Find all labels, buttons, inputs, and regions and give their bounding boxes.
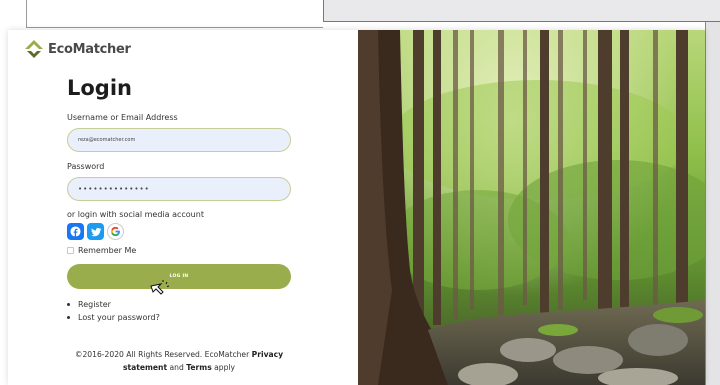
copyright-text: ©2016-2020 All Rights Reserved. EcoMatch…	[74, 350, 250, 359]
username-input[interactable]	[67, 128, 291, 152]
background-window-bar	[323, 0, 720, 22]
footer-apply: apply	[214, 363, 236, 372]
forest-hero-image	[358, 30, 705, 385]
facebook-login-button[interactable]	[67, 223, 84, 240]
background-window-edge	[26, 0, 323, 28]
ecomatcher-logo-icon	[25, 40, 43, 58]
facebook-icon	[70, 226, 81, 237]
login-card: EcoMatcher Login Username or Email Addre…	[8, 30, 705, 385]
forest-illustration	[358, 30, 705, 385]
password-input[interactable]	[67, 177, 291, 201]
footer-copyright: ©2016-2020 All Rights Reserved. EcoMatch…	[68, 348, 290, 374]
remember-me[interactable]: Remember Me	[67, 246, 136, 255]
remember-me-label: Remember Me	[78, 246, 137, 255]
social-login-buttons	[67, 223, 124, 240]
social-login-label: or login with social media account	[67, 210, 204, 219]
footer-and: and	[169, 363, 184, 372]
background-scrollbar-area	[705, 22, 720, 385]
google-login-button[interactable]	[107, 223, 124, 240]
password-label: Password	[67, 162, 105, 171]
register-link[interactable]: Register	[67, 298, 160, 311]
brand-logo[interactable]: EcoMatcher	[24, 38, 131, 60]
account-links: Register Lost your password?	[67, 298, 160, 324]
lost-password-link[interactable]: Lost your password?	[67, 311, 160, 324]
page-title: Login	[67, 76, 132, 100]
twitter-icon	[90, 227, 101, 236]
twitter-login-button[interactable]	[87, 223, 104, 240]
brand-name: EcoMatcher	[48, 41, 131, 57]
remember-me-checkbox[interactable]	[67, 247, 74, 254]
google-icon	[110, 226, 120, 237]
login-button[interactable]: LOG IN	[67, 264, 291, 289]
terms-link[interactable]: Terms	[186, 363, 212, 372]
username-label: Username or Email Address	[67, 113, 178, 122]
